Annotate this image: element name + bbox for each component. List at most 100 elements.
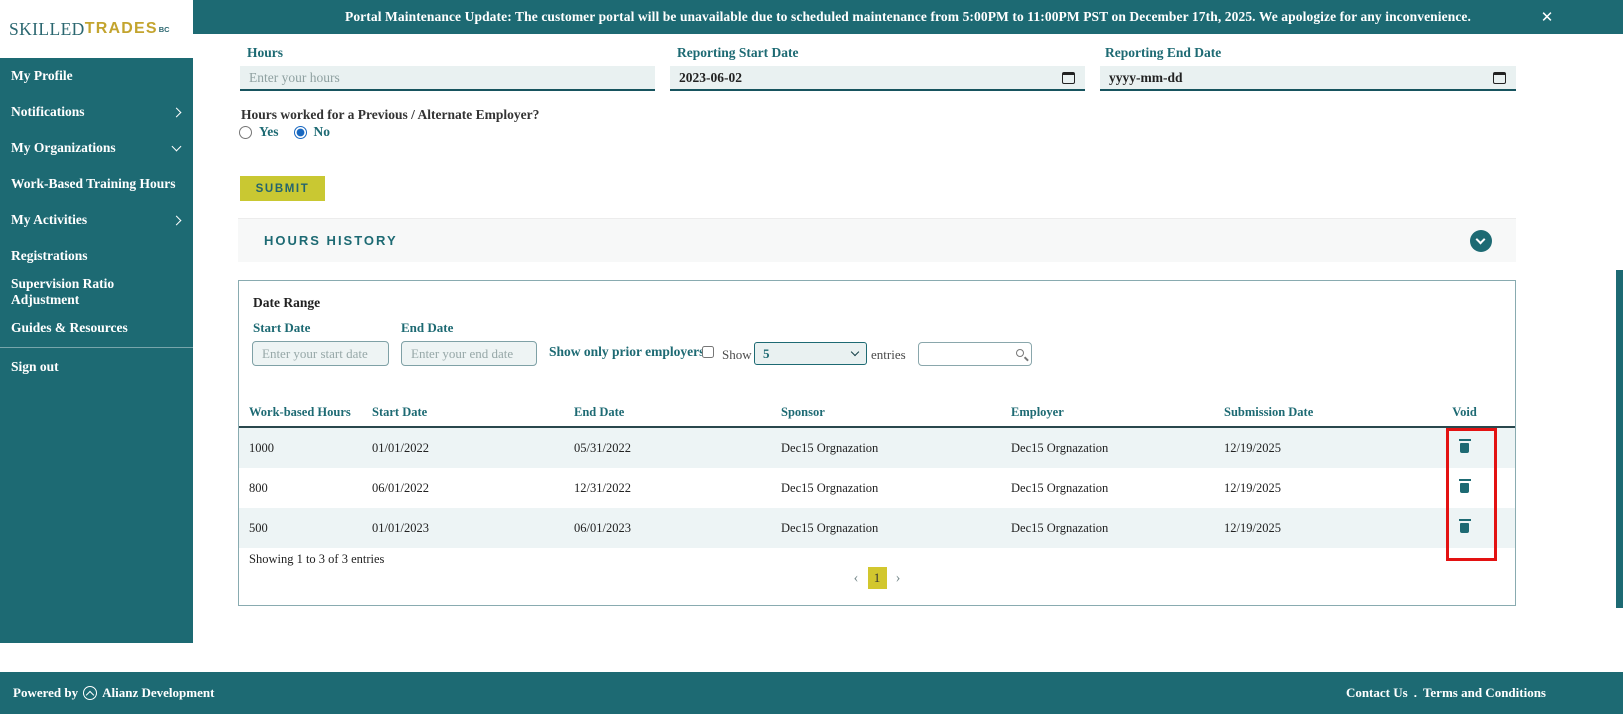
radio-yes-label[interactable]: Yes [259,124,279,140]
sidebar-item-my-profile[interactable]: My Profile [0,58,193,94]
terms-and-conditions-link[interactable]: Terms and Conditions [1423,685,1546,701]
skilledtradesbc-logo[interactable]: SKILLED TRADES BC [0,0,193,58]
reporting-start-date-input[interactable]: 2023-06-02 [670,66,1085,91]
column-header: Work-based Hours [249,405,351,419]
column-header: Sponsor [781,405,825,419]
cell-end-date: 05/31/2022 [574,440,631,455]
sidebar-item-notifications[interactable]: Notifications [0,94,193,130]
sidebar-item-label: Sign out [11,359,59,374]
page-size-value: 5 [763,345,770,361]
sidebar-item-sign-out[interactable]: Sign out [0,349,193,385]
radio-yes[interactable] [239,125,252,139]
sidebar-item-label: Supervision Ratio Adjustment [11,276,115,307]
hours-history-title: HOURS HISTORY [264,233,398,248]
chevron-down-icon [171,141,182,152]
chevron-down-icon [850,347,860,357]
radio-no[interactable] [293,125,307,139]
cell-hours: 500 [249,520,268,535]
collapse-toggle-button[interactable] [1470,230,1492,252]
sidebar-item-label: Notifications [11,104,85,119]
logo-superscript: BC [158,24,170,34]
chevron-down-icon [1475,234,1485,245]
cell-submission-date: 12/19/2025 [1224,520,1281,535]
calendar-icon[interactable] [1062,71,1075,84]
filter-start-date-label: Start Date [253,320,311,335]
table-summary: Showing 1 to 3 of 3 entries [249,552,385,566]
void-trash-icon[interactable] [1458,479,1472,493]
sidebar-item-guides-resources[interactable]: Guides & Resources [0,310,193,346]
sidebar: My Profile Notifications My Organization… [0,58,193,643]
sidebar-item-my-organizations[interactable]: My Organizations [0,130,193,166]
calendar-icon[interactable] [1493,71,1506,84]
hours-history-table: Work-based Hours Start Date End Date Spo… [239,399,1515,548]
pagination-next-icon[interactable]: › [896,570,901,587]
submit-button[interactable]: SUBMIT [240,176,325,201]
sidebar-item-label: My Organizations [11,140,116,155]
column-header: Void [1452,405,1477,419]
cell-hours: 1000 [249,440,274,455]
reporting-end-date-input[interactable]: yyyy-mm-dd [1100,66,1516,91]
contact-us-link[interactable]: Contact Us [1346,685,1408,701]
cell-employer: Dec15 Orgnazation [1011,480,1109,495]
cell-start-date: 01/01/2022 [372,440,429,455]
sidebar-item-supervision-ratio-adjustment[interactable]: Supervision Ratio Adjustment [0,274,193,310]
search-icon [1016,349,1024,357]
footer-powered-by: Powered by Alianz Development [13,685,214,701]
search-input[interactable] [919,343,1011,365]
column-header: End Date [574,405,625,419]
close-icon[interactable]: ✕ [1531,0,1563,34]
table-search [918,342,1032,366]
alianz-logo-icon [83,686,98,700]
hours-history-header: HOURS HISTORY [238,218,1516,262]
table-header-row: Work-based Hours Start Date End Date Spo… [239,399,1515,428]
pagination: ‹ 1 › [239,567,1515,589]
hours-input[interactable] [240,66,655,91]
pagination-page-1[interactable]: 1 [867,567,887,589]
hours-label: Hours [247,45,284,60]
prior-employers-checkbox[interactable] [702,346,714,358]
entries-label: entries [871,347,906,362]
reporting-end-date-placeholder: yyyy-mm-dd [1109,69,1183,85]
footer-links: Contact Us . Terms and Conditions [1346,685,1546,701]
cell-start-date: 01/01/2023 [372,520,429,535]
vertical-scrollbar[interactable] [1616,270,1623,608]
maintenance-banner: Portal Maintenance Update: The customer … [193,0,1623,34]
hours-history-panel: Date Range Start Date End Date Show only… [238,280,1516,606]
cell-start-date: 06/01/2022 [372,480,429,495]
void-trash-icon[interactable] [1458,439,1472,453]
cell-employer: Dec15 Orgnazation [1011,520,1109,535]
cell-sponsor: Dec15 Orgnazation [781,520,879,535]
table-row: 1000 01/01/2022 05/31/2022 Dec15 Orgnaza… [239,428,1515,468]
cell-sponsor: Dec15 Orgnazation [781,480,879,495]
logo-part-trades: TRADES [84,20,158,37]
column-header: Submission Date [1224,405,1314,419]
sidebar-item-my-activities[interactable]: My Activities [0,202,193,238]
radio-no-label[interactable]: No [314,124,331,140]
footer-link-separator: . [1413,685,1417,700]
cell-employer: Dec15 Orgnazation [1011,440,1109,455]
company-name: Alianz Development [102,685,215,700]
sidebar-item-label: My Profile [11,68,73,83]
sidebar-item-work-based-training-hours[interactable]: Work-Based Training Hours [0,166,193,202]
cell-sponsor: Dec15 Orgnazation [781,440,879,455]
filter-end-date-input[interactable] [401,341,537,366]
chevron-right-icon [171,107,182,117]
cell-hours: 800 [249,480,268,495]
sidebar-item-label: Work-Based Training Hours [11,176,176,191]
void-trash-icon[interactable] [1458,519,1472,533]
powered-by-label: Powered by [13,685,79,700]
sidebar-item-registrations[interactable]: Registrations [0,238,193,274]
logo-part-skilled: SKILLED [9,18,85,39]
previous-employer-radio-group: Yes No [239,124,340,140]
sidebar-item-label: Guides & Resources [11,320,128,335]
table-row: 500 01/01/2023 06/01/2023 Dec15 Orgnazat… [239,508,1515,548]
show-label: Show [722,347,752,362]
pagination-prev-icon[interactable]: ‹ [854,570,859,587]
page-size-select[interactable]: 5 [754,342,867,365]
portal-page: Portal Maintenance Update: The customer … [0,0,1623,714]
previous-employer-question: Hours worked for a Previous / Alternate … [241,107,540,122]
table-row: 800 06/01/2022 12/31/2022 Dec15 Orgnazat… [239,468,1515,508]
cell-submission-date: 12/19/2025 [1224,440,1281,455]
filter-start-date-input[interactable] [252,341,389,366]
reporting-start-date-value: 2023-06-02 [679,69,742,85]
